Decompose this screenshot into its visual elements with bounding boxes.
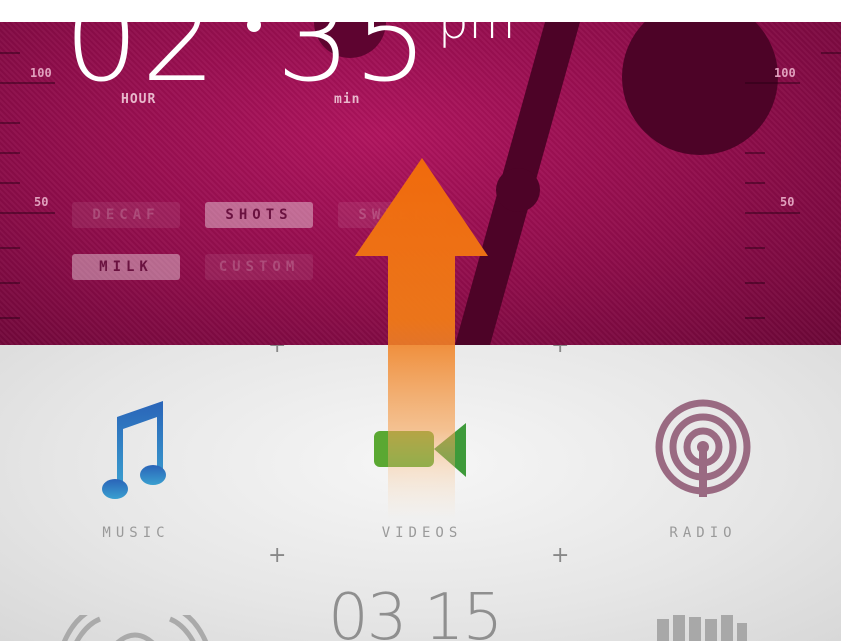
scale-tick xyxy=(821,52,841,54)
radio-label: RADIO xyxy=(669,525,737,541)
grid-cross: + xyxy=(268,345,287,358)
scale-tick xyxy=(0,152,20,154)
scale-tick xyxy=(0,182,20,184)
signal-waves-icon[interactable] xyxy=(55,615,215,641)
scale-tick xyxy=(745,152,765,154)
scale-tick xyxy=(745,212,800,214)
music-app[interactable] xyxy=(95,395,175,505)
grid-cross: + xyxy=(551,543,570,568)
option-shots[interactable]: SHOTS xyxy=(205,202,313,228)
scale-tick xyxy=(0,122,20,124)
scale-tick xyxy=(0,52,20,54)
hour-label: HOUR xyxy=(121,92,157,107)
scale-tick xyxy=(745,82,800,84)
equalizer-icon[interactable] xyxy=(655,613,750,641)
minute-label: min xyxy=(334,92,361,107)
option-milk[interactable]: MILK xyxy=(72,254,180,280)
swipe-up-arrow-icon xyxy=(355,158,488,520)
top-strip xyxy=(0,0,841,22)
scale-label-100-left: 100 xyxy=(30,66,52,80)
scale-tick xyxy=(745,282,765,284)
scale-tick xyxy=(0,247,20,249)
scale-label-50-right: 50 xyxy=(780,195,795,209)
videos-label: VIDEOS xyxy=(381,525,463,541)
scale-tick xyxy=(0,212,55,214)
option-custom[interactable]: CUSTOM xyxy=(205,254,313,280)
scale-label-50-left: 50 xyxy=(34,195,49,209)
scale-tick xyxy=(745,247,765,249)
music-note-icon xyxy=(102,401,166,499)
option-decaf[interactable]: DECAF xyxy=(72,202,180,228)
scale-tick xyxy=(745,317,765,319)
clock-hour[interactable]: 02 xyxy=(64,22,218,98)
scale-tick xyxy=(0,282,20,284)
scale-tick xyxy=(0,82,55,84)
scale-tick xyxy=(0,317,20,319)
bottom-clock[interactable]: 03 15 xyxy=(328,583,503,641)
grid-cross: + xyxy=(268,543,287,568)
grid-cross: + xyxy=(551,345,570,358)
scale-label-100-right: 100 xyxy=(774,66,796,80)
scale-tick xyxy=(745,182,765,184)
clock-minute[interactable]: 35 xyxy=(276,22,430,98)
radio-broadcast-icon xyxy=(655,399,751,497)
radio-app[interactable] xyxy=(651,397,755,501)
clock-period[interactable]: pm xyxy=(438,22,515,50)
music-label: MUSIC xyxy=(102,525,170,541)
